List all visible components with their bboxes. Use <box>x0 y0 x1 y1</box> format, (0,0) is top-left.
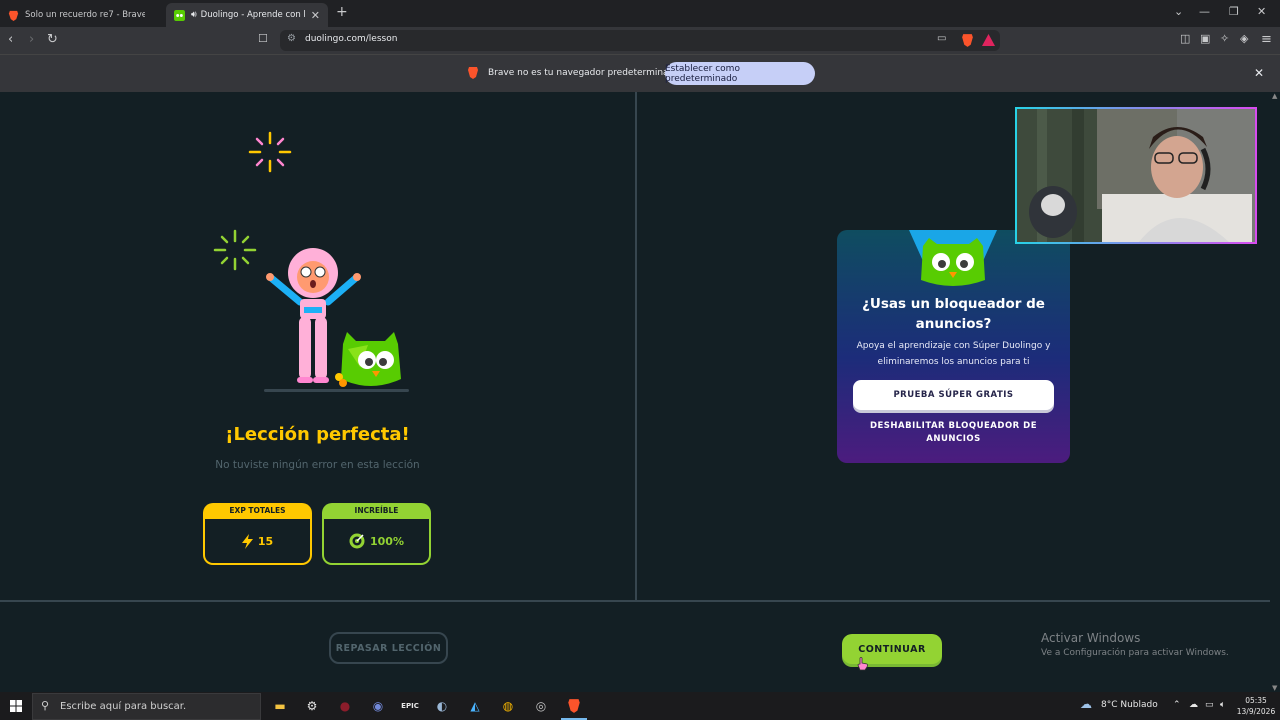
tab-brave-search[interactable]: Solo un recuerdo re7 - Brave Search <box>0 3 164 27</box>
menu-icon[interactable]: ≡ <box>1261 32 1272 47</box>
hand-cursor-icon <box>857 657 868 671</box>
windows-taskbar: ⚲ Escribe aquí para buscar. ▬ ⚙ ● ◉ EPIC… <box>0 692 1280 720</box>
brave-rewards-icon[interactable] <box>982 34 995 46</box>
duolingo-favicon-icon <box>174 9 185 21</box>
adblock-promo-card: ¿Usas un bloqueador de anuncios? Apoya e… <box>837 230 1070 463</box>
new-tab-button[interactable]: + <box>336 4 348 20</box>
screen: Solo un recuerdo re7 - Brave Search 🔊︎ D… <box>0 0 1280 720</box>
search-icon: ⚲ <box>41 699 50 712</box>
set-default-button[interactable]: Establecer como predeterminado <box>665 62 815 85</box>
leo-ai-icon[interactable]: ✧ <box>1220 32 1229 45</box>
restore-button[interactable]: ❐ <box>1229 5 1239 18</box>
tab-close-icon[interactable]: ✕ <box>311 9 320 22</box>
settings-gear-icon[interactable]: ⚙ <box>303 697 321 715</box>
speaker-icon[interactable]: 🔊︎ <box>191 10 197 20</box>
adblock-heading: ¿Usas un bloqueador de anuncios? <box>862 296 1045 332</box>
sparkle-icon <box>213 229 257 271</box>
webcam-feed <box>1017 109 1255 242</box>
brave-lion-icon <box>468 67 478 79</box>
taskbar-search-box[interactable]: ⚲ Escribe aquí para buscar. <box>32 693 261 720</box>
cast-icon[interactable]: ▭ <box>937 33 946 44</box>
brave-shields-icon[interactable] <box>961 33 974 48</box>
try-super-button[interactable]: PRUEBA SÚPER GRATIS <box>853 380 1054 410</box>
accuracy-stat-value: 100% <box>370 534 404 548</box>
weather-text[interactable]: 8°C Nublado <box>1101 700 1158 710</box>
duo-owl-logo-icon <box>909 230 997 286</box>
discord-icon[interactable]: ◉ <box>369 697 387 715</box>
sidebar-icon[interactable]: ◫ <box>1180 32 1190 45</box>
xp-stat-label: EXP TOTALES <box>229 506 286 515</box>
accuracy-stat-body: 100% <box>324 519 429 563</box>
clock-date: 13/9/2026 <box>1236 707 1276 716</box>
activate-windows-watermark: Activar Windows Ve a Configuración para … <box>1041 631 1229 658</box>
clock-time: 05:35 <box>1245 696 1267 705</box>
search-placeholder: Escribe aquí para buscar. <box>60 701 187 712</box>
infobar-close-icon[interactable]: ✕ <box>1254 66 1264 80</box>
page-scrollbar[interactable]: ▲ ▼ <box>1270 92 1280 692</box>
address-bar[interactable]: ⚙ duolingo.com/lesson ▭ <box>280 30 1000 51</box>
steam-icon[interactable]: ◐ <box>433 697 451 715</box>
steam-secondary-icon[interactable]: ◭ <box>466 697 484 715</box>
duolingo-lesson-page: ▲ ▼ ¡Lección perfecta! No tuviste ningún… <box>0 92 1280 692</box>
brave-taskbar-icon[interactable] <box>561 697 587 720</box>
app-icon[interactable]: ● <box>336 697 354 715</box>
infobar-message: Brave no es tu navegador predeterminado <box>488 68 680 78</box>
disable-adblock-button[interactable]: DESHABILITAR BLOQUEADOR DE ANUNCIOS <box>853 420 1054 446</box>
tab-search-chevron-icon[interactable]: ⌄ <box>1174 5 1183 18</box>
forward-button[interactable]: › <box>29 32 34 47</box>
brave-lion-icon <box>8 10 19 21</box>
default-browser-infobar: Brave no es tu navegador predeterminado … <box>0 54 1280 92</box>
url-text[interactable]: duolingo.com/lesson <box>305 34 397 44</box>
accuracy-stat-label: INCREÍBLE <box>354 506 399 515</box>
file-explorer-icon[interactable]: ▬ <box>271 697 289 715</box>
target-icon <box>349 533 365 549</box>
lesson-complete-title: ¡Lección perfecta! <box>225 424 410 445</box>
epic-games-icon[interactable]: EPIC <box>401 697 419 715</box>
tab-title: Solo un recuerdo re7 - Brave Search <box>25 10 145 20</box>
browser-tab-strip: Solo un recuerdo re7 - Brave Search 🔊︎ D… <box>0 0 1280 27</box>
onedrive-icon[interactable]: ☁ <box>1189 700 1198 710</box>
xp-stat-card: EXP TOTALES 15 <box>203 503 312 565</box>
footer-divider <box>0 600 1280 602</box>
xp-stat-body: 15 <box>205 519 310 563</box>
webcam-overlay <box>1015 107 1257 244</box>
network-icon[interactable]: ▭ <box>1205 700 1214 710</box>
vpn-icon[interactable]: ◈ <box>1240 32 1248 45</box>
tab-title: Duolingo - Aprende con lecc <box>200 10 305 20</box>
back-button[interactable]: ‹ <box>8 32 13 47</box>
chrome-icon[interactable]: ◍ <box>499 697 517 715</box>
lightning-bolt-icon <box>241 533 253 549</box>
tray-overflow-icon[interactable]: ⌃ <box>1173 700 1181 710</box>
minimize-button[interactable]: — <box>1199 5 1210 18</box>
accuracy-stat-card: INCREÍBLE 100% <box>322 503 431 565</box>
activate-windows-text: Ve a Configuración para activar Windows. <box>1041 648 1229 658</box>
column-divider <box>635 92 637 600</box>
sparkle-icon <box>248 131 292 173</box>
tab-duolingo[interactable]: 🔊︎ Duolingo - Aprende con lecc ✕ <box>166 3 328 27</box>
duo-owl-mascot <box>335 332 401 387</box>
review-lesson-button[interactable]: REPASAR LECCIÓN <box>329 632 448 664</box>
celebration-illustration <box>213 131 409 392</box>
weather-cloud-icon[interactable]: ☁ <box>1080 697 1092 711</box>
close-window-button[interactable]: ✕ <box>1257 5 1266 18</box>
system-clock[interactable]: 05:35 13/9/2026 <box>1236 695 1276 717</box>
bookmark-icon[interactable]: ☐ <box>258 32 268 45</box>
lesson-complete-subtitle: No tuviste ningún error en esta lección <box>215 459 420 471</box>
site-info-icon[interactable]: ⚙ <box>287 33 296 44</box>
wallet-icon[interactable]: ▣ <box>1200 32 1210 45</box>
ground-line <box>264 389 409 392</box>
volume-icon[interactable]: 🔈︎ <box>1220 700 1225 710</box>
browser-toolbar: ‹ › ↻ ☐ ⚙ duolingo.com/lesson ▭ ◫ ▣ ✧ ◈ … <box>0 27 1280 54</box>
windows-start-icon[interactable] <box>10 700 22 712</box>
activate-windows-title: Activar Windows <box>1041 631 1141 645</box>
adblock-description: Apoya el aprendizaje con Súper Duolingo … <box>856 341 1051 367</box>
obs-icon[interactable]: ◎ <box>532 697 550 715</box>
xp-stat-value: 15 <box>257 534 274 548</box>
reload-button[interactable]: ↻ <box>47 32 58 47</box>
